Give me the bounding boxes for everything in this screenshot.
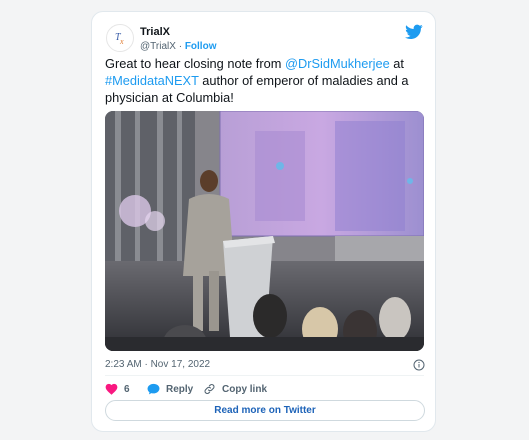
tweet-meta: 2:23 AM · Nov 17, 2022 (105, 358, 425, 372)
tweet-text: Great to hear closing note from @DrSidMu… (105, 55, 425, 106)
reply-bubble-icon (147, 383, 160, 395)
read-more-button[interactable]: Read more on Twitter (105, 400, 425, 421)
copy-link-label: Copy link (222, 383, 268, 395)
mention-link[interactable]: @DrSidMukherjee (285, 56, 390, 71)
svg-text:x: x (119, 37, 124, 46)
link-icon (204, 384, 215, 394)
author-block: TrialX @TrialX · Follow (140, 25, 216, 54)
reply-button[interactable]: Reply (147, 381, 193, 397)
handle[interactable]: @TrialX (140, 41, 176, 52)
twitter-bird-icon[interactable] (405, 24, 423, 40)
like-button[interactable]: 6 (105, 381, 130, 397)
tweet-card: T x TrialX @TrialX · Follow Great to hea… (91, 11, 436, 432)
hashtag-link[interactable]: #MedidataNEXT (105, 73, 199, 88)
copy-link-button[interactable]: Copy link (203, 381, 267, 397)
reply-label: Reply (166, 383, 194, 395)
tweet-actions: 6 Reply Copy link (105, 381, 425, 397)
heart-icon (105, 383, 118, 395)
avatar[interactable]: T x (106, 24, 134, 52)
trialx-logo-icon: T x (108, 26, 132, 50)
follow-button[interactable]: Follow (185, 41, 217, 52)
text-mid: at (389, 56, 404, 71)
timestamp[interactable]: 2:23 AM · Nov 17, 2022 (105, 359, 210, 370)
divider (105, 375, 424, 376)
media-photo (105, 111, 424, 351)
info-icon[interactable] (413, 359, 425, 371)
text-intro: Great to hear closing note from (105, 56, 285, 71)
like-count: 6 (124, 383, 130, 395)
display-name[interactable]: TrialX (140, 25, 216, 39)
tweet-media[interactable] (105, 111, 424, 351)
handle-row: @TrialX · Follow (140, 40, 216, 54)
separator: · (178, 41, 183, 52)
